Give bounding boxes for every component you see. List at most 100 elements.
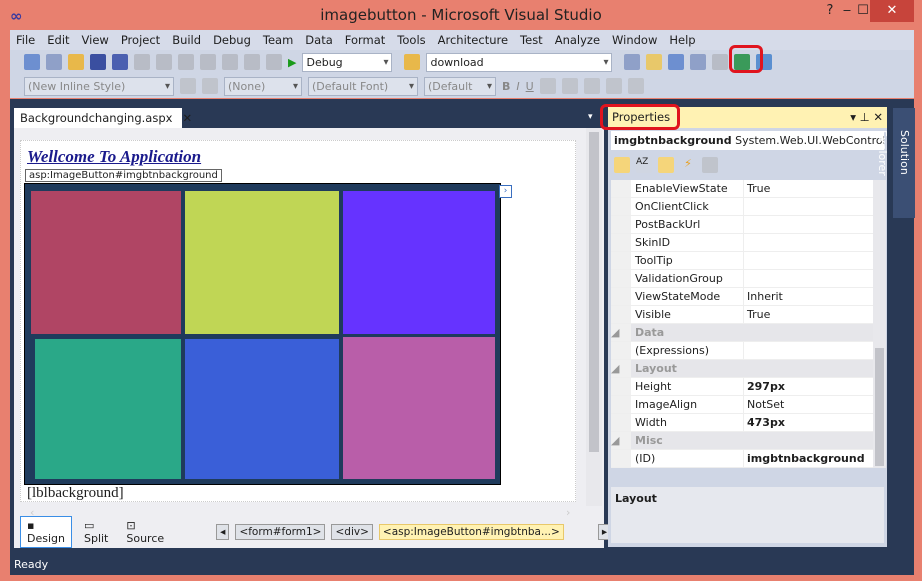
property-value[interactable] (744, 342, 747, 359)
copy-icon[interactable] (156, 54, 172, 70)
highlight-icon[interactable] (561, 78, 578, 94)
property-row[interactable]: Visible True (611, 306, 873, 324)
events-icon[interactable]: ⚡ (680, 157, 696, 173)
start-debug-icon[interactable]: ▶ (288, 56, 296, 69)
property-value[interactable]: imgbtnbackground (744, 450, 865, 467)
tab-backgroundchanging[interactable]: Backgroundchanging.aspx ✕ (14, 108, 192, 128)
bullets-icon[interactable] (605, 78, 622, 94)
menu-format[interactable]: Format (345, 33, 386, 47)
property-value[interactable] (744, 252, 747, 269)
property-value[interactable] (744, 198, 747, 215)
close-tab-icon[interactable]: ✕ (182, 111, 192, 125)
save-all-icon[interactable] (112, 54, 128, 70)
menu-project[interactable]: Project (121, 33, 160, 47)
smart-tag-icon[interactable]: › (499, 185, 512, 198)
menu-analyze[interactable]: Analyze (555, 33, 600, 47)
save-icon[interactable] (90, 54, 106, 70)
property-value[interactable]: 473px (744, 414, 785, 431)
property-value[interactable] (744, 234, 747, 251)
menu-help[interactable]: Help (669, 33, 695, 47)
navigate-back-icon[interactable] (244, 54, 260, 70)
property-value[interactable]: True (744, 180, 770, 197)
property-row[interactable]: OnClientClick (611, 198, 873, 216)
underline-button[interactable]: U (526, 80, 534, 93)
alphabetical-icon[interactable]: AZ (636, 157, 652, 173)
menu-tools[interactable]: Tools (397, 33, 425, 47)
object-selector[interactable]: imgbtnbackground System.Web.UI.WebContro… (611, 131, 884, 150)
design-view-button[interactable]: ▪ Design (20, 516, 72, 548)
panel-controls[interactable]: ▾ ⊥ ✕ (850, 107, 883, 128)
collapse-icon[interactable]: ◢ (611, 360, 631, 377)
property-row[interactable]: ToolTip (611, 252, 873, 270)
menu-debug[interactable]: Debug (213, 33, 251, 47)
property-row[interactable]: (ID) imgbtnbackground (611, 450, 873, 468)
font-size-select[interactable]: (Default (424, 76, 496, 96)
label-control[interactable]: [lblbackground] (27, 485, 124, 502)
find-combo[interactable]: download (426, 52, 613, 72)
paste-icon[interactable] (178, 54, 194, 70)
property-row[interactable]: (Expressions) (611, 342, 873, 360)
redo-icon[interactable] (222, 54, 238, 70)
font-color-icon[interactable] (539, 78, 556, 94)
menu-test[interactable]: Test (520, 33, 543, 47)
property-pages-icon[interactable] (702, 157, 718, 173)
tools-icon[interactable] (712, 54, 729, 70)
menu-team[interactable]: Team (263, 33, 293, 47)
apply-style-icon[interactable] (180, 78, 196, 94)
property-row[interactable]: EnableViewState True (611, 180, 873, 198)
block-format-select[interactable]: (None) (224, 76, 302, 96)
numbering-icon[interactable] (627, 78, 644, 94)
tab-dropdown-icon[interactable]: ▾ (588, 112, 593, 122)
source-view-button[interactable]: ⊡ Source (120, 517, 170, 547)
breadcrumb-form[interactable]: <form#form1> (235, 524, 326, 540)
property-category[interactable]: ◢ Layout (611, 360, 873, 378)
breadcrumb-div[interactable]: <div> (331, 524, 373, 540)
categorized-icon[interactable] (614, 157, 630, 173)
inline-style-select[interactable]: (New Inline Style) (24, 76, 174, 96)
property-value[interactable]: Inherit (744, 288, 783, 305)
property-row[interactable]: Height 297px (611, 378, 873, 396)
property-row[interactable]: ValidationGroup (611, 270, 873, 288)
split-view-button[interactable]: ▭ Split (78, 517, 114, 547)
property-row[interactable]: SkinID (611, 234, 873, 252)
property-row[interactable]: ViewStateMode Inherit (611, 288, 873, 306)
breadcrumb-prev[interactable]: ◂ (216, 524, 230, 540)
solution-explorer-tab[interactable]: Solution Explorer (876, 108, 915, 218)
property-category[interactable]: ◢ Misc (611, 432, 873, 450)
property-value[interactable]: NotSet (744, 396, 784, 413)
property-value[interactable]: True (744, 306, 770, 323)
cut-icon[interactable] (134, 54, 150, 70)
image-button[interactable] (24, 183, 501, 485)
scrollbar-thumb[interactable] (875, 348, 884, 466)
property-row[interactable]: Width 473px (611, 414, 873, 432)
menu-edit[interactable]: Edit (47, 33, 69, 47)
undo-icon[interactable] (200, 54, 216, 70)
property-row[interactable]: ImageAlign NotSet (611, 396, 873, 414)
menu-file[interactable]: File (16, 33, 35, 47)
toolbox-icon[interactable] (690, 54, 707, 70)
menu-window[interactable]: Window (612, 33, 657, 47)
find-in-files-icon[interactable] (404, 54, 421, 70)
attach-stylesheet-icon[interactable] (202, 78, 218, 94)
properties-window-icon[interactable] (646, 54, 663, 70)
property-row[interactable]: PostBackUrl (611, 216, 873, 234)
menu-architecture[interactable]: Architecture (438, 33, 508, 47)
close-button[interactable]: ✕ (870, 0, 914, 22)
properties-icon[interactable] (658, 157, 674, 173)
menu-view[interactable]: View (82, 33, 109, 47)
property-category[interactable]: ◢ Data (611, 324, 873, 342)
object-browser-icon[interactable] (668, 54, 685, 70)
property-value[interactable] (744, 270, 747, 287)
collapse-icon[interactable]: ◢ (611, 324, 631, 341)
property-value[interactable] (744, 216, 747, 233)
collapse-icon[interactable]: ◢ (611, 432, 631, 449)
breadcrumb-imagebutton[interactable]: <asp:ImageButton#imgbtnba...> (378, 524, 564, 540)
new-project-icon[interactable] (24, 54, 40, 70)
config-select[interactable]: Debug (302, 52, 393, 72)
font-select[interactable]: (Default Font) (308, 76, 418, 96)
property-value[interactable]: 297px (744, 378, 785, 395)
menu-data[interactable]: Data (305, 33, 332, 47)
menu-build[interactable]: Build (172, 33, 201, 47)
open-icon[interactable] (68, 54, 84, 70)
navigate-forward-icon[interactable] (266, 54, 282, 70)
